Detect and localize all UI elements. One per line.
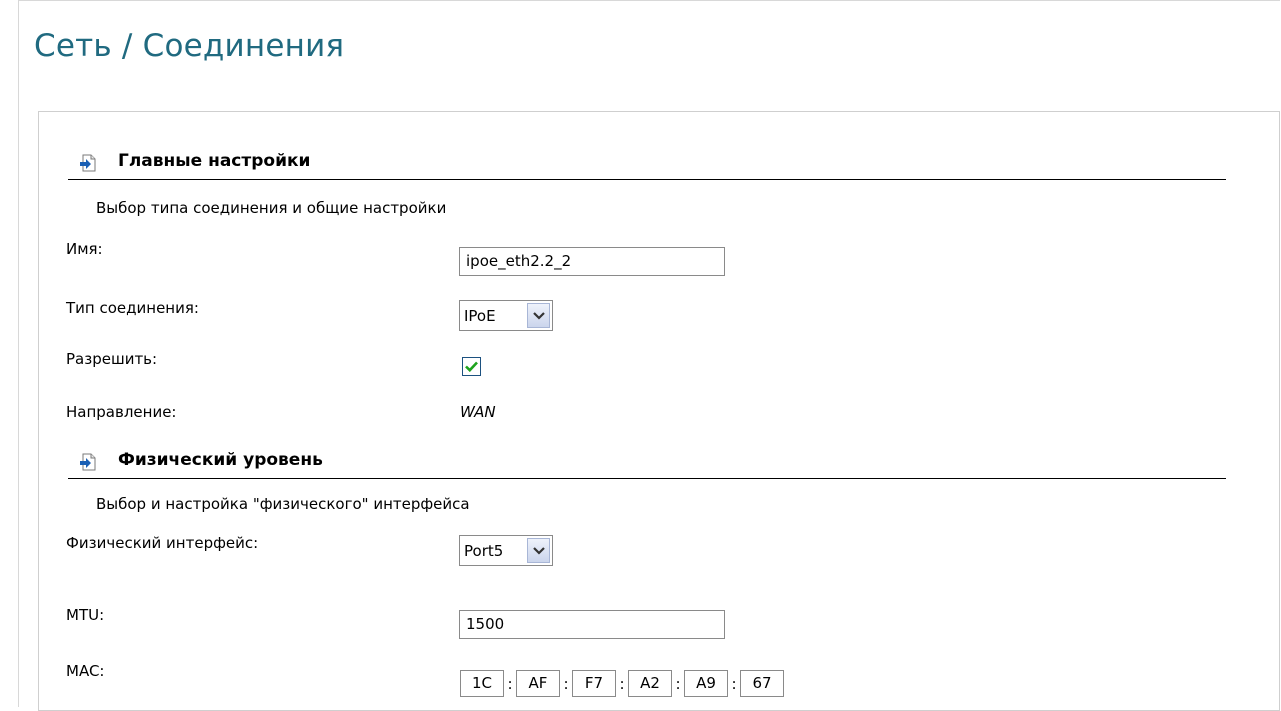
- mac-octet-input[interactable]: F7: [572, 670, 616, 697]
- physical-interface-value: Port5: [464, 541, 504, 560]
- checkmark-icon: [465, 361, 478, 372]
- enable-checkbox[interactable]: [462, 357, 481, 376]
- physical-interface-label: Физический интерфейс:: [66, 534, 259, 552]
- mac-octet-input[interactable]: A2: [628, 670, 672, 697]
- mac-separator: :: [619, 674, 625, 693]
- direction-label: Направление:: [66, 403, 177, 421]
- arrow-document-icon: [78, 452, 98, 472]
- section-title: Главные настройки: [118, 151, 311, 171]
- section-title: Физический уровень: [118, 450, 323, 470]
- chevron-down-icon[interactable]: [527, 303, 550, 328]
- section-header-main-settings: Главные настройки: [68, 147, 1226, 180]
- section-description: Выбор и настройка "физического" интерфей…: [96, 495, 470, 513]
- connection-type-select[interactable]: IPoE: [459, 300, 553, 331]
- mac-octet-input[interactable]: 1C: [460, 670, 504, 697]
- mac-separator: :: [507, 674, 513, 693]
- mtu-label: MTU:: [66, 606, 105, 624]
- direction-value: WAN: [460, 403, 496, 421]
- connection-type-value: IPoE: [464, 306, 496, 325]
- name-input[interactable]: ipoe_eth2.2_2: [459, 247, 725, 276]
- section-description: Выбор типа соединения и общие настройки: [96, 199, 447, 217]
- connection-type-label: Тип соединения:: [66, 299, 199, 317]
- mac-separator: :: [731, 674, 737, 693]
- mac-separator: :: [563, 674, 569, 693]
- mac-octet-input[interactable]: AF: [516, 670, 560, 697]
- enable-label: Разрешить:: [66, 350, 158, 368]
- mac-octet-input[interactable]: 67: [740, 670, 784, 697]
- page-title: Сеть / Соединения: [34, 28, 345, 64]
- mtu-input[interactable]: 1500: [459, 610, 725, 639]
- mac-label: MAC:: [66, 662, 105, 680]
- mac-octet-input[interactable]: A9: [684, 670, 728, 697]
- physical-interface-select[interactable]: Port5: [459, 535, 553, 566]
- mac-address-inputs: 1C : AF : F7 : A2 : A9 : 67: [460, 670, 784, 697]
- chevron-down-icon[interactable]: [527, 538, 550, 563]
- name-label: Имя:: [66, 240, 103, 258]
- section-header-physical-level: Физический уровень: [68, 446, 1226, 479]
- mac-separator: :: [675, 674, 681, 693]
- arrow-document-icon: [78, 153, 98, 173]
